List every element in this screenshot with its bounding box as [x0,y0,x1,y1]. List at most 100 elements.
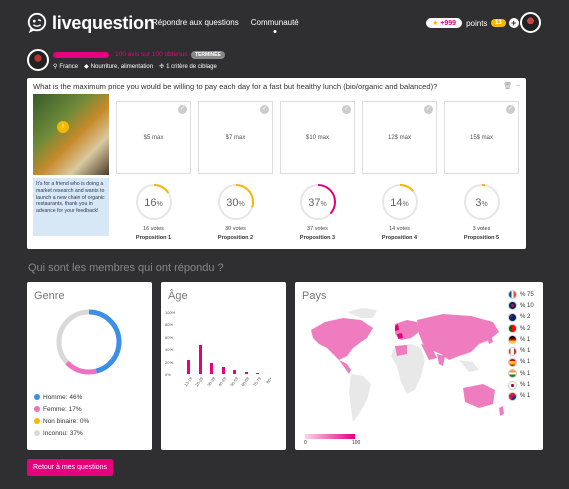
question-image[interactable]: i [33,94,109,175]
country-value: % 10 [520,302,534,309]
nav-answer-questions[interactable]: Répondre aux questions [152,18,239,27]
map-north-america [311,318,373,360]
map-south-america [349,374,371,422]
points-badge: ★ +999 [426,18,463,28]
answer-option[interactable]: $7 max ✓ [198,101,273,174]
age-y-tick: 0% [165,372,171,377]
map-north-africa [395,345,407,356]
credits-coin: 13 [491,19,506,27]
answer-option[interactable]: $10 max ✓ [280,101,355,174]
country-row: % 2 [508,323,534,334]
status-badge: TERMINÉE [191,51,225,59]
back-to-my-questions-button[interactable]: Retour à mes questions [27,459,113,476]
header: livequestion Répondre aux questions Comm… [0,0,569,46]
result-item: 30% 30 votes Proposition 2 [198,182,273,244]
question-title: What is the maximum price you would be w… [33,82,438,91]
answer-option-label: $7 max [225,135,246,141]
map-new-zealand [499,406,504,416]
result-percent: 30% [198,197,273,209]
main-nav: Répondre aux questions Communauté [152,18,299,33]
user-avatar[interactable] [520,12,541,33]
question-tags: ⚲ France ◆ Nourriture, alimentation ✣ 1 cri… [53,63,217,70]
result-percent-value: 37 [308,197,321,209]
check-icon: ✓ [342,105,351,114]
minimize-icon[interactable]: – [516,82,520,90]
legend-dot [34,418,40,425]
age-title: Âge [168,290,188,302]
map-scale-min: 0 [304,440,307,446]
answer-option-label: $5 max [143,135,164,141]
add-credits-button[interactable]: + [508,18,519,28]
map-color-scale [305,434,355,439]
age-bar [187,359,191,374]
genre-legend-item: Homme: 46% [34,392,89,404]
result-percent-value: 14 [390,197,403,209]
country-tag-label: France [59,64,79,70]
reviews-progress-fill [54,53,108,57]
answer-option-label: 15$ max [469,135,493,141]
answer-option-label: 12$ max [387,135,411,141]
percent-sign: % [238,201,245,208]
flag-icon [508,335,517,345]
result-proposition: Proposition 1 [135,235,172,241]
target-icon: ✣ [159,64,165,70]
genre-panel: Genre Homme: 46% Femme: 17% Non binaire: 0… [27,282,152,450]
result-proposition: Proposition 2 [217,235,254,241]
age-x-tick: 50-59 [228,376,239,388]
country-value: % 2 [520,325,531,332]
map-southeast-asia [459,360,479,372]
nav-community[interactable]: Communauté [251,18,299,33]
country-row: % 1 [508,391,534,402]
tag-icon: ◆ [84,64,89,70]
flag-icon [508,380,517,390]
age-bar [244,372,248,374]
flag-icon [508,369,517,379]
category-tag: ◆ Nourriture, alimentation [84,63,153,70]
map-greenland [347,308,377,318]
age-x-tick: 40-49 [217,376,228,388]
result-percent-value: 30 [226,197,239,209]
country-value: % 1 [520,393,531,400]
age-x-tick: 80+ [265,376,274,385]
answer-option[interactable]: $5 max ✓ [116,101,191,174]
country-value: % 2 [520,314,531,321]
answer-option[interactable]: 15$ max ✓ [444,101,519,174]
country-value: % 1 [520,348,531,355]
age-bar [256,373,260,374]
criteria-tag: ✣ 1 critère de ciblage [159,63,217,70]
flag-icon [508,290,517,300]
flag-icon [508,357,517,367]
active-indicator [273,30,277,33]
delete-icon[interactable]: 🗑 [503,82,512,90]
question-tools: 🗑 – [503,82,520,90]
genre-legend-label: Inconnu: 37% [43,430,83,437]
result-votes: 30 votes [225,226,246,232]
reviews-progress-bar [53,52,109,58]
result-item: 16% 16 votes Proposition 1 [116,182,191,244]
legend-dot [34,430,40,437]
flag-icon [508,312,517,322]
reviews-count: 100 avis sur 100 obtenus [115,51,188,58]
country-row: % 1 [508,379,534,390]
country-value: % 1 [520,336,531,343]
country-value: % 75 [520,291,534,298]
logo-text: livequestion [52,12,155,33]
country-row: % 1 [508,345,534,356]
category-tag-label: Nourriture, alimentation [90,64,154,70]
logo[interactable]: livequestion [26,12,155,34]
points-area[interactable]: ★ +999 points [426,18,487,28]
age-y-tick: 60% [165,334,174,340]
logo-bubble-icon [27,12,47,34]
age-y-tick: 40% [165,347,174,353]
result-proposition: Proposition 3 [299,235,336,241]
info-icon[interactable]: i [57,121,69,133]
age-bar [221,367,225,374]
country-title: Pays [302,290,327,302]
star-icon: ★ [432,20,439,27]
answer-option[interactable]: 12$ max ✓ [362,101,437,174]
check-icon: ✓ [424,105,433,114]
percent-sign: % [156,201,163,208]
country-row: % 2 [508,312,534,323]
flag-icon [508,324,517,334]
percent-sign: % [481,201,488,208]
